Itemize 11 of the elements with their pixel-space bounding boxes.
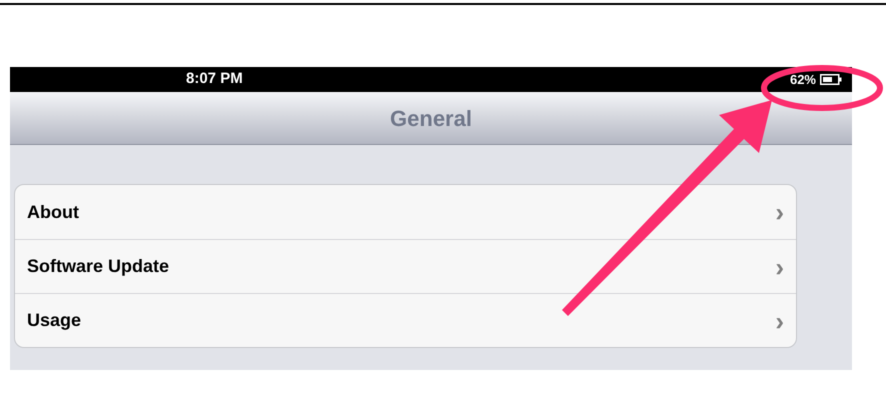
chevron: › <box>775 308 784 334</box>
settings-row[interactable]: About › <box>15 185 796 239</box>
chevron: › <box>775 254 784 280</box>
row-label: Usage <box>27 309 82 332</box>
row-label: About <box>27 200 79 224</box>
nav-title: General <box>390 104 472 132</box>
status-time: 8:07 PM <box>186 69 243 90</box>
row-label: Software Update <box>27 255 170 278</box>
chevron: › <box>775 199 784 225</box>
battery-percentage: 62% <box>790 70 816 89</box>
battery-icon <box>820 74 842 85</box>
